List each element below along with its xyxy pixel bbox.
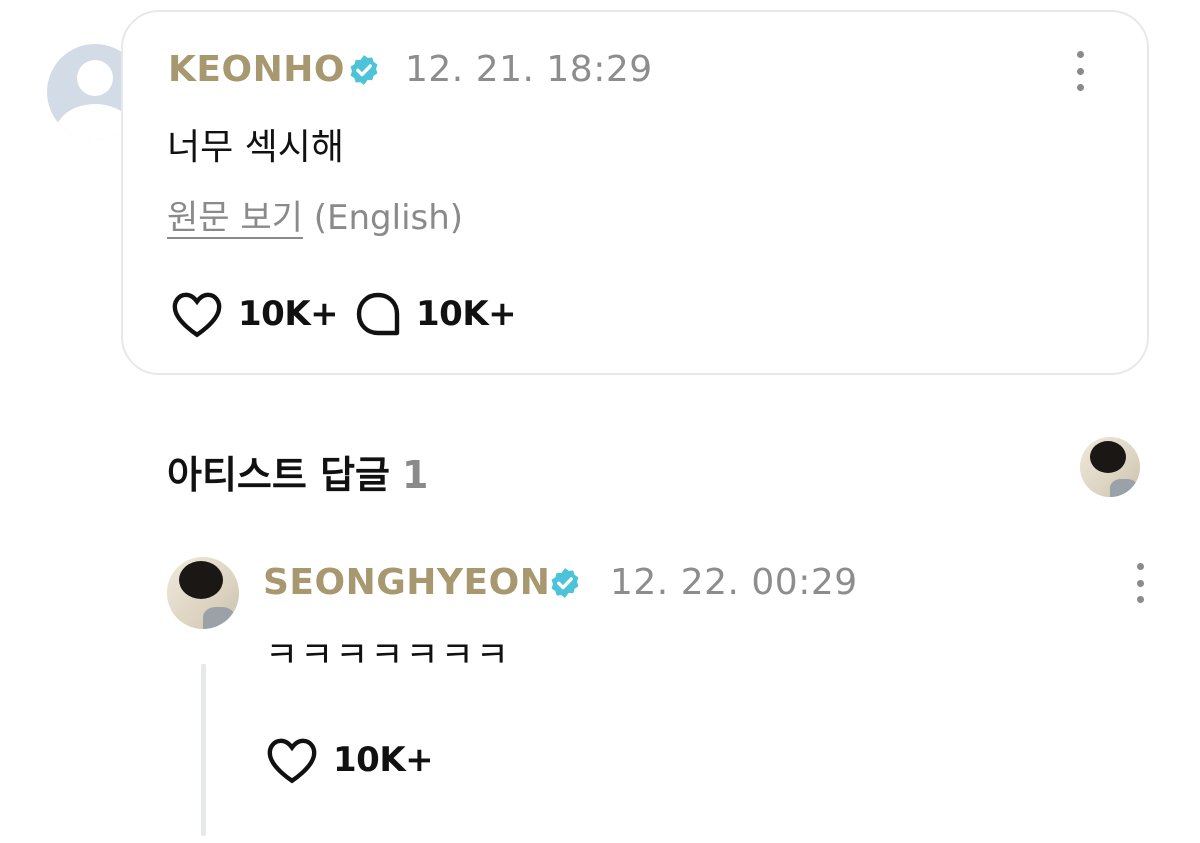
- avatar-photo-shirt: [203, 607, 235, 629]
- comment-like-count: 10K+: [238, 294, 339, 334]
- comment-like-button[interactable]: 10K+: [170, 290, 339, 338]
- comment-timestamp: 12. 21. 18:29: [405, 49, 653, 90]
- reply-timestamp: 12. 22. 00:29: [610, 562, 858, 603]
- artist-replies-heading: 아티스트 답글 1: [167, 444, 428, 499]
- avatar-photo-hair: [1090, 441, 1126, 473]
- reply-more-icon[interactable]: [1130, 563, 1150, 603]
- comment-text: 너무 섹시해: [167, 127, 345, 168]
- kebab-dot: [1076, 84, 1084, 91]
- avatar-photo-shirt: [1110, 479, 1138, 497]
- speech-bubble-icon: [356, 292, 400, 336]
- avatar-photo-hair: [179, 561, 223, 599]
- view-original-link[interactable]: 원문 보기: [167, 198, 303, 238]
- kebab-dot: [1076, 51, 1084, 58]
- original-language: (English): [313, 198, 464, 238]
- artist-avatar-small[interactable]: [1080, 437, 1140, 497]
- reply-text: ㅋㅋㅋㅋㅋㅋㅋ: [265, 635, 511, 676]
- view-original: 원문 보기 (English): [167, 190, 463, 239]
- reply-like-count: 10K+: [333, 740, 434, 780]
- kebab-dot: [1076, 67, 1084, 75]
- reply-avatar[interactable]: [167, 557, 239, 629]
- verified-badge-icon: [350, 55, 378, 85]
- verified-badge-icon: [551, 568, 579, 598]
- kebab-dot: [1136, 563, 1144, 570]
- reply-username[interactable]: SEONGHYEON: [263, 562, 550, 603]
- kebab-dot: [1136, 579, 1144, 587]
- avatar-head-shape: [77, 60, 113, 96]
- comment-reply-button[interactable]: 10K+: [354, 290, 517, 338]
- reply-thread-line: [201, 664, 206, 836]
- reply-like-button[interactable]: 10K+: [265, 736, 434, 784]
- kebab-dot: [1136, 596, 1144, 603]
- comment-more-icon[interactable]: [1070, 51, 1090, 91]
- artist-replies-count: 1: [402, 453, 429, 497]
- comment-reply-count: 10K+: [416, 294, 517, 334]
- heart-icon: [267, 738, 317, 784]
- heart-icon: [172, 292, 222, 338]
- comment-username[interactable]: KEONHO: [168, 49, 345, 90]
- artist-replies-title: 아티스트 답글: [167, 453, 390, 497]
